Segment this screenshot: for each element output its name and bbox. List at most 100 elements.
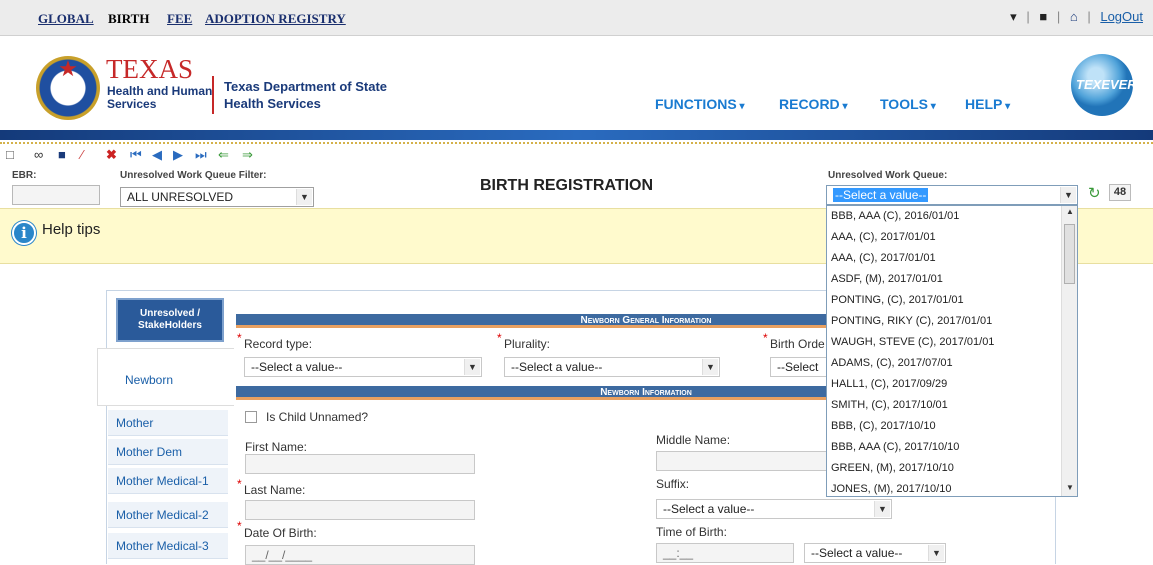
queue-filter-select[interactable]: ALL UNRESOLVED ▼ <box>120 187 314 207</box>
menu-functions[interactable]: FUNCTIONS <box>655 96 744 112</box>
filter-label: Unresolved Work Queue Filter: <box>120 170 267 181</box>
work-queue-value: --Select a value-- <box>833 188 929 202</box>
required-marker: * <box>237 477 242 491</box>
middle-name-input[interactable] <box>656 451 826 471</box>
tab-global[interactable]: GLOBAL <box>38 11 94 27</box>
first-record-icon[interactable]: ⏮ <box>130 148 142 162</box>
record-type-select[interactable]: --Select a value-- ▼ <box>244 357 482 377</box>
tab-birth[interactable]: BIRTH <box>108 11 149 27</box>
dshs-line-2: Health Services <box>224 96 321 111</box>
chevron-down-icon: ▼ <box>874 501 890 517</box>
help-tips-label[interactable]: Help tips <box>42 221 100 238</box>
tab-fee[interactable]: FEE <box>167 11 192 27</box>
record-type-label: Record type: <box>244 337 313 351</box>
back-arrow-icon[interactable]: ⇐ <box>218 148 229 162</box>
info-icon[interactable]: i <box>12 221 36 245</box>
logout-link[interactable]: LogOut <box>1100 9 1143 24</box>
site-header: ★ TEXAS Health and Human Services Texas … <box>0 36 1153 136</box>
plurality-select[interactable]: --Select a value-- ▼ <box>504 357 720 377</box>
menu-tools[interactable]: TOOLS <box>880 96 936 112</box>
record-toolbar: □ ∞ ■ ⁄ ✖ ⏮ ◀ ▶ ⏭ ⇐ ⇒ <box>0 146 1153 166</box>
ebr-label: EBR: <box>12 170 37 181</box>
sidebar-item-mother[interactable]: Mother <box>108 410 228 436</box>
plurality-value: --Select a value-- <box>511 360 603 374</box>
list-item[interactable]: AAA, (C), 2017/01/01 <box>827 227 1077 248</box>
date-of-birth-input[interactable]: __/__/____ <box>245 545 475 565</box>
birth-order-value: --Select a <box>777 360 819 374</box>
time-ampm-value: --Select a value-- <box>811 546 903 560</box>
star-icon: ★ <box>58 56 78 81</box>
list-item[interactable]: BBB, (C), 2017/10/10 <box>827 416 1077 437</box>
time-of-birth-input[interactable]: __:__ <box>656 543 794 563</box>
new-document-icon[interactable]: □ <box>6 148 14 162</box>
list-item[interactable]: JONES, (M), 2017/10/10 <box>827 479 1077 496</box>
list-item[interactable]: BBB, AAA (C), 2017/10/10 <box>827 437 1077 458</box>
stakeholders-button[interactable]: Unresolved / StakeHolders <box>116 298 224 342</box>
last-record-icon[interactable]: ⏭ <box>195 148 207 162</box>
refresh-icon[interactable]: ↻ <box>1088 184 1101 202</box>
next-record-icon[interactable]: ▶ <box>173 148 183 162</box>
home-icon[interactable]: ⌂ <box>1070 9 1078 24</box>
ebr-input[interactable] <box>12 185 100 205</box>
hhs-logo-text: Health and Human Services <box>107 85 212 111</box>
list-item[interactable]: PONTING, (C), 2017/01/01 <box>827 290 1077 311</box>
sidebar-item-mother-medical-3[interactable]: Mother Medical-3 <box>108 533 228 559</box>
work-queue-label: Unresolved Work Queue: <box>828 170 948 181</box>
list-item[interactable]: WAUGH, STEVE (C), 2017/01/01 <box>827 332 1077 353</box>
eraser-icon[interactable]: ⁄ <box>81 148 83 162</box>
birth-order-select[interactable]: --Select a <box>770 357 826 377</box>
list-item[interactable]: HALL1, (C), 2017/09/29 <box>827 374 1077 395</box>
time-of-birth-label: Time of Birth: <box>656 525 727 539</box>
sidebar-item-mother-medical-2[interactable]: Mother Medical-2 <box>108 502 228 528</box>
time-ampm-select[interactable]: --Select a value-- ▼ <box>804 543 946 563</box>
sidebar-item-mother-dem[interactable]: Mother Dem <box>108 439 228 465</box>
dropdown-scrollbar[interactable]: ▲ ▼ <box>1061 206 1077 496</box>
list-item[interactable]: GREEN, (M), 2017/10/10 <box>827 458 1077 479</box>
top-menu-bar: GLOBAL BIRTH FEE ADOPTION REGISTRY ▾ | ■… <box>0 0 1153 36</box>
required-marker: * <box>237 331 242 345</box>
tab-adoption-registry[interactable]: ADOPTION REGISTRY <box>205 11 346 27</box>
chevron-down-icon: ▼ <box>296 189 312 205</box>
list-item[interactable]: AAA, (C), 2017/01/01 <box>827 248 1077 269</box>
user-icon[interactable]: ■ <box>1039 9 1047 24</box>
list-item[interactable]: PONTING, RIKY (C), 2017/01/01 <box>827 311 1077 332</box>
sidebar-item-mother-medical-1[interactable]: Mother Medical-1 <box>108 468 228 494</box>
date-of-birth-placeholder: __/__/____ <box>252 548 313 562</box>
record-type-value: --Select a value-- <box>251 360 343 374</box>
list-item[interactable]: SMITH, (C), 2017/10/01 <box>827 395 1077 416</box>
separator: | <box>1087 9 1091 25</box>
scrollbar-thumb[interactable] <box>1064 224 1075 284</box>
chevron-down-icon: ▼ <box>702 359 718 375</box>
child-unnamed-label: Is Child Unnamed? <box>266 410 369 424</box>
menu-record[interactable]: RECORD <box>779 96 847 112</box>
list-item[interactable]: ASDF, (M), 2017/01/01 <box>827 269 1077 290</box>
dshs-logo-text: Texas Department of State Health Service… <box>224 78 387 112</box>
date-of-birth-label: Date Of Birth: <box>244 526 317 540</box>
scroll-down-icon[interactable]: ▼ <box>1066 483 1074 492</box>
previous-record-icon[interactable]: ◀ <box>152 148 162 162</box>
menu-help[interactable]: HELP <box>965 96 1010 112</box>
logo-divider <box>212 76 214 114</box>
child-unnamed-checkbox[interactable] <box>245 411 257 423</box>
delete-icon[interactable]: ✖ <box>106 148 117 162</box>
last-name-input[interactable] <box>245 500 475 520</box>
list-item[interactable]: ADAMS, (C), 2017/07/01 <box>827 353 1077 374</box>
search-binoculars-icon[interactable]: ∞ <box>34 148 43 162</box>
queue-filter-value: ALL UNRESOLVED <box>127 190 234 204</box>
plurality-label: Plurality: <box>504 337 551 351</box>
suffix-value: --Select a value-- <box>663 502 755 516</box>
first-name-input[interactable] <box>245 454 475 474</box>
forward-arrow-icon[interactable]: ⇒ <box>242 148 253 162</box>
separator: | <box>1056 9 1061 25</box>
scroll-up-icon[interactable]: ▲ <box>1066 207 1074 216</box>
texever-logo-text: TEXEVER <box>1076 77 1137 92</box>
suffix-select[interactable]: --Select a value-- ▼ <box>656 499 892 519</box>
work-queue-dropdown-list[interactable]: BBB, AAA (C), 2016/01/01 AAA, (C), 2017/… <box>826 205 1078 497</box>
location-pin-icon[interactable]: ▾ <box>1010 9 1017 25</box>
suffix-label: Suffix: <box>656 477 690 491</box>
work-queue-select[interactable]: --Select a value-- ▼ <box>826 185 1078 205</box>
list-item[interactable]: BBB, AAA (C), 2016/01/01 <box>827 206 1077 227</box>
birth-order-label: Birth Orde <box>770 337 825 351</box>
save-icon[interactable]: ■ <box>58 148 66 162</box>
texas-logo-text: TEXAS <box>106 54 193 84</box>
